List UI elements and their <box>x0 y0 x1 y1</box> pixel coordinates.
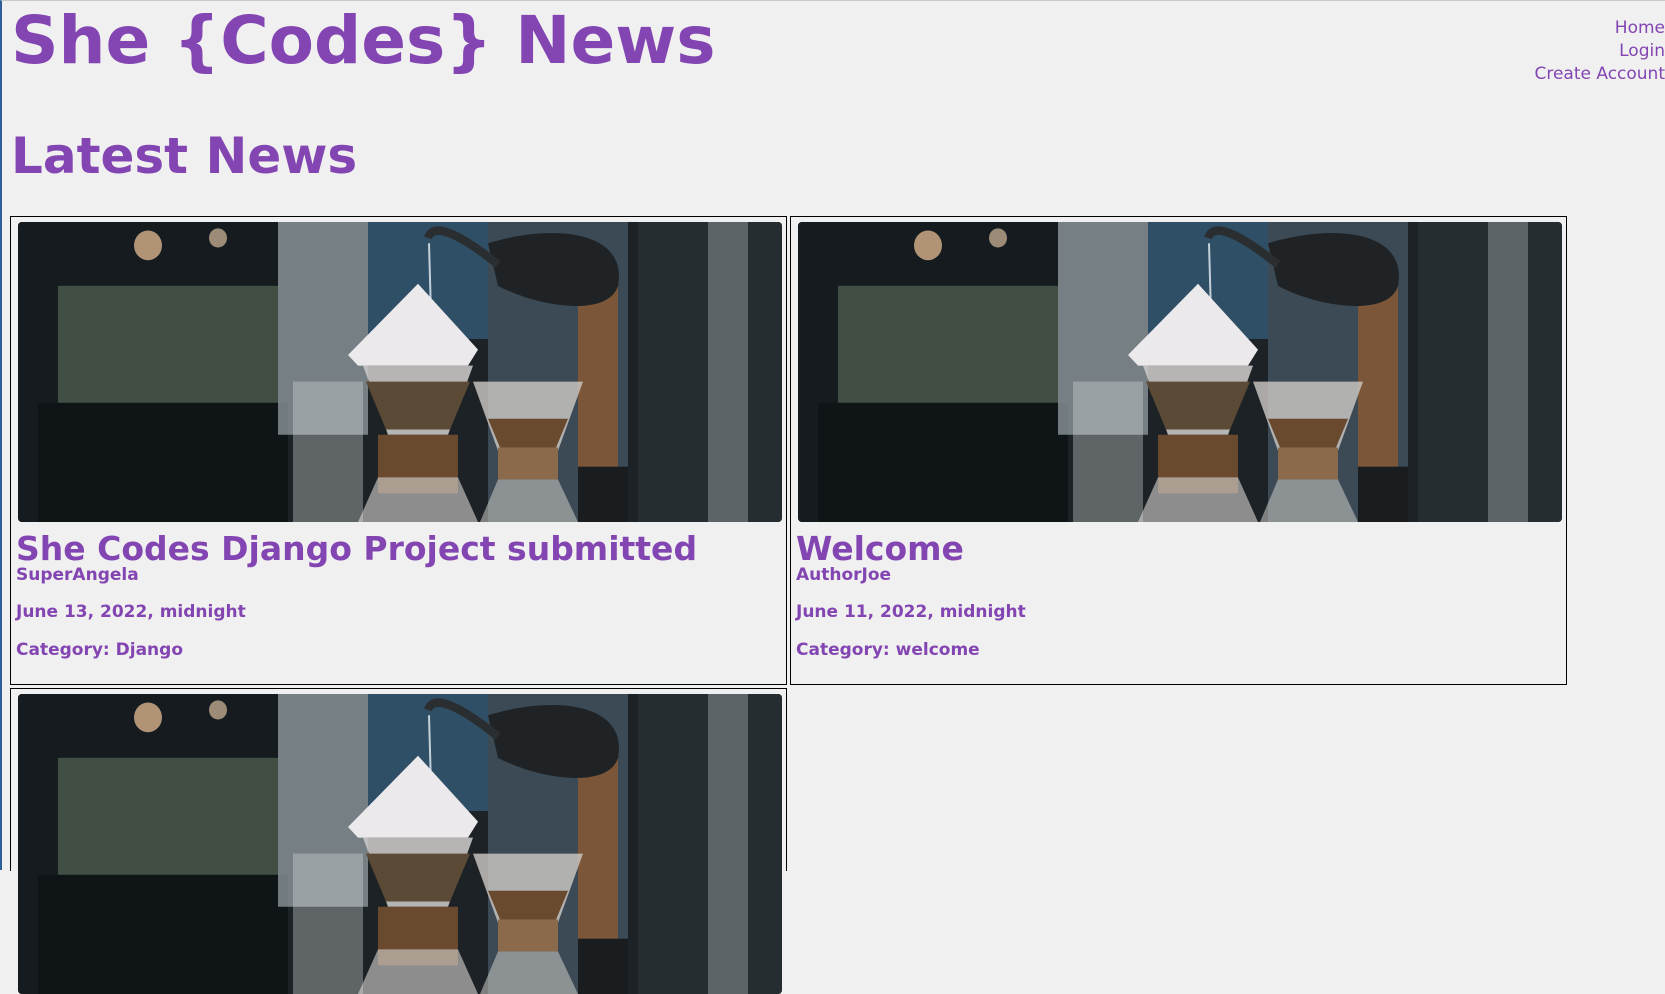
story-category: Category: Django <box>16 640 183 660</box>
top-nav: Home Login Create Account <box>1534 17 1665 86</box>
story-card[interactable]: Welcome AuthorJoe June 11, 2022, midnigh… <box>790 216 1567 685</box>
story-card[interactable] <box>10 688 787 871</box>
story-title[interactable]: Welcome <box>796 529 964 568</box>
pour-over-coffee-photo <box>798 222 1562 522</box>
story-card[interactable]: She Codes Django Project submitted Super… <box>10 216 787 685</box>
latest-news-heading: Latest News <box>11 127 358 185</box>
story-author: AuthorJoe <box>796 565 892 585</box>
story-image[interactable] <box>18 694 782 994</box>
story-title[interactable]: She Codes Django Project submitted <box>16 529 697 568</box>
story-category: Category: welcome <box>796 640 980 660</box>
story-image[interactable] <box>18 222 782 522</box>
story-image[interactable] <box>798 222 1562 522</box>
site-title: She {Codes} News <box>11 2 716 79</box>
pour-over-coffee-photo <box>18 222 782 522</box>
story-author: SuperAngela <box>16 565 139 585</box>
story-date: June 13, 2022, midnight <box>16 602 246 622</box>
pour-over-coffee-photo <box>18 694 782 994</box>
story-date: June 11, 2022, midnight <box>796 602 1026 622</box>
nav-login-link[interactable]: Login <box>1534 40 1665 63</box>
nav-home-link[interactable]: Home <box>1534 17 1665 40</box>
nav-create-account-link[interactable]: Create Account <box>1534 63 1665 86</box>
